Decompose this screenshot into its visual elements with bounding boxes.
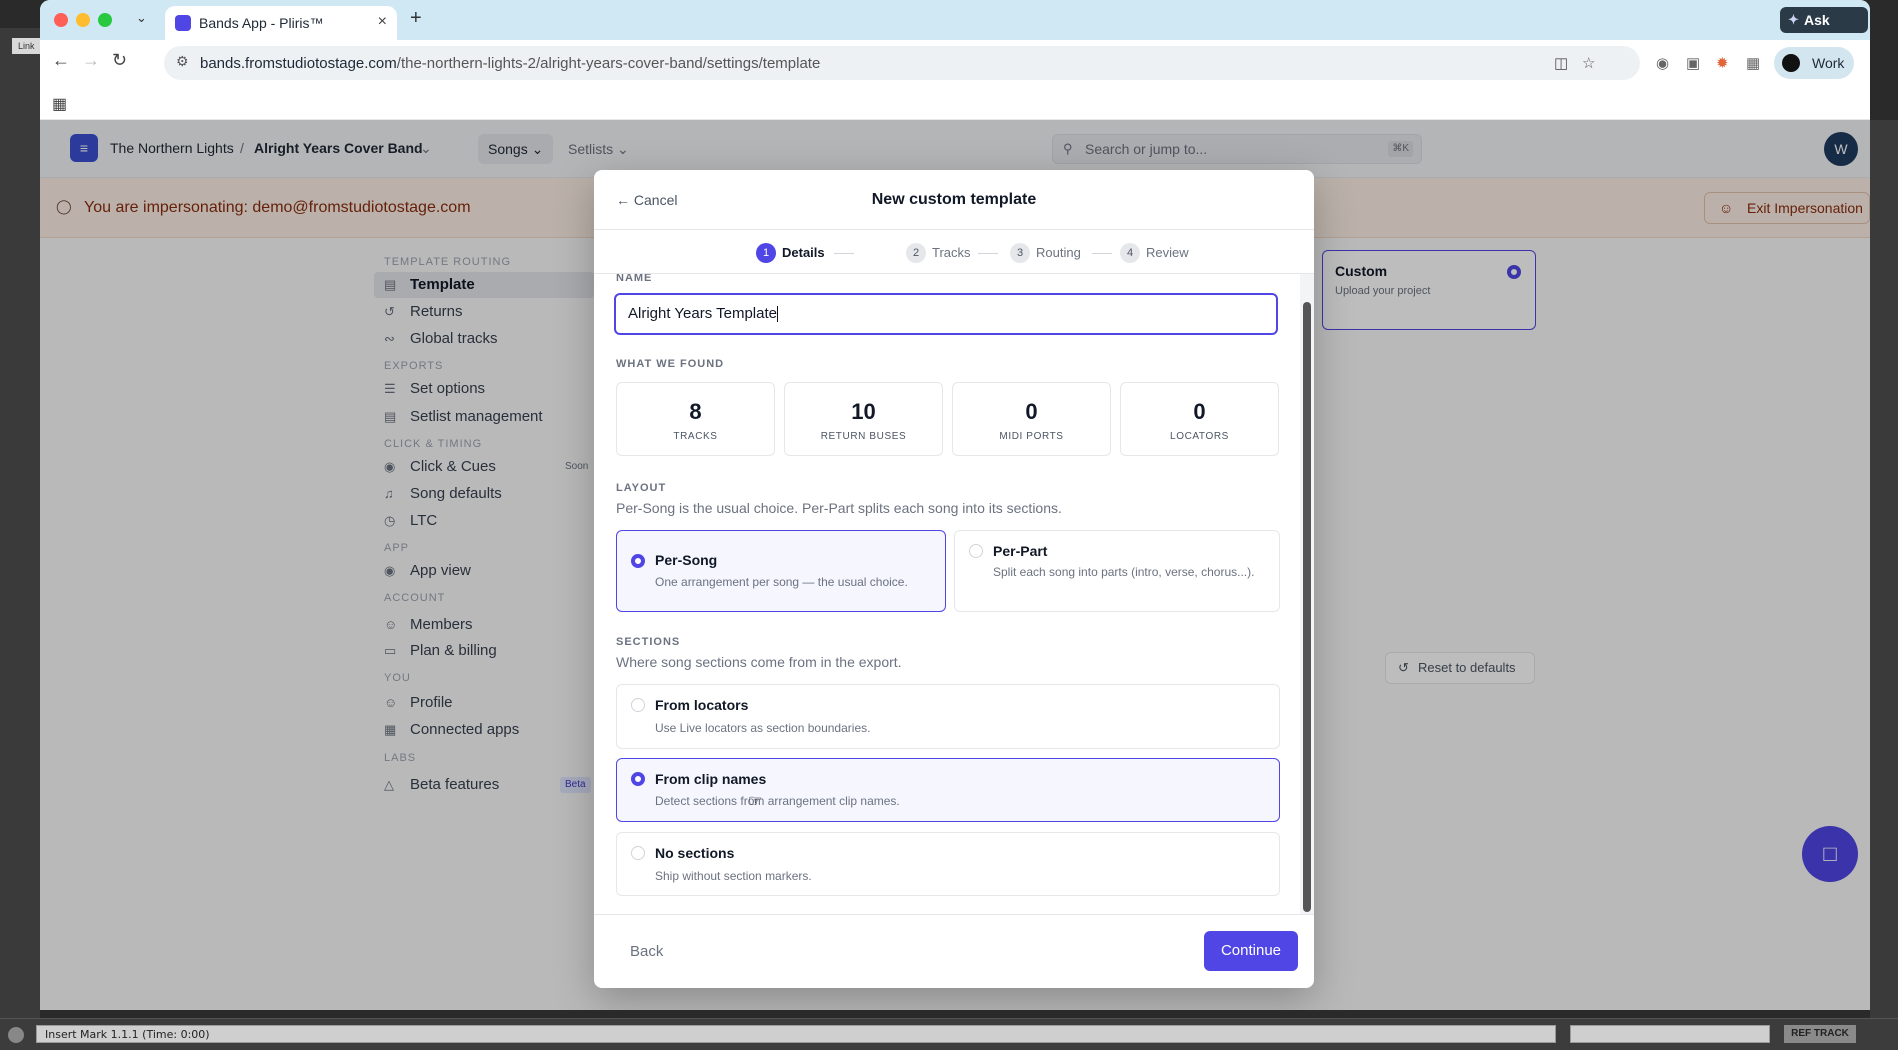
daw-right-panel: [1870, 120, 1898, 1018]
daw-status-bar: Insert Mark 1.1.1 (Time: 0:00) REF TRACK: [0, 1018, 1898, 1050]
address-bar[interactable]: ⚙ bands.fromstudiotostage.com/the-northe…: [164, 46, 1640, 80]
back-arrow-icon[interactable]: ←: [52, 50, 70, 71]
claude-icon[interactable]: ✹: [1716, 54, 1729, 72]
apps-grid-icon[interactable]: ▦: [52, 94, 67, 114]
tab-search-icon[interactable]: ⌄: [136, 10, 147, 26]
daw-tab: Link: [12, 38, 42, 54]
section-option-locators[interactable]: From locators Use Live locators as secti…: [616, 684, 1280, 749]
tab-title: Bands App - Pliris™: [199, 15, 324, 31]
layout-option-per-part[interactable]: Per-Part Split each song into parts (int…: [954, 530, 1280, 612]
wizard-steps: 1 Details 2 Tracks 3 Routing 4 Review: [594, 230, 1314, 274]
section-option-none[interactable]: No sections Ship without section markers…: [616, 832, 1280, 896]
tab-bar: ⌄ Bands App - Pliris™ × + ✦ Ask Gemini: [40, 0, 1870, 54]
step-review[interactable]: 4 Review: [1120, 243, 1189, 263]
profile-label: Work: [1812, 55, 1845, 71]
no-sections-radio[interactable]: [631, 846, 645, 860]
scrollbar-thumb[interactable]: [1303, 302, 1311, 912]
step-divider: [1092, 253, 1112, 254]
browser-tab[interactable]: Bands App - Pliris™ ×: [165, 6, 397, 40]
maximize-window-button[interactable]: [98, 13, 112, 27]
modal-footer: Back Continue: [594, 914, 1314, 988]
forward-arrow-icon[interactable]: →: [82, 50, 100, 71]
back-button[interactable]: Back: [630, 943, 663, 960]
insert-mark-field: Insert Mark 1.1.1 (Time: 0:00): [36, 1025, 1556, 1043]
profile-button[interactable]: Work: [1774, 47, 1854, 79]
extensions-puzzle-icon[interactable]: ▦: [1746, 54, 1760, 72]
clip-names-radio[interactable]: [631, 772, 645, 786]
close-window-button[interactable]: [54, 13, 68, 27]
close-icon[interactable]: ×: [378, 13, 387, 31]
gemini-icon: ✦: [1788, 12, 1799, 27]
layout-option-per-song[interactable]: Per-Song One arrangement per song — the …: [616, 530, 946, 612]
modal-scrollbar[interactable]: [1300, 274, 1314, 914]
step-routing[interactable]: 3 Routing: [1010, 243, 1081, 263]
step-divider: [834, 253, 854, 254]
layout-label: Layout: [616, 482, 667, 494]
browser-toolbar: ← → ↻ ⚙ bands.fromstudiotostage.com/the-…: [40, 40, 1870, 86]
bookmarks-bar: ▦: [40, 86, 1870, 120]
extension-icon[interactable]: ◉: [1656, 54, 1669, 72]
reload-icon[interactable]: ↻: [112, 50, 127, 71]
app-page: ≡ The Northern Lights / Alright Years Co…: [40, 120, 1870, 1010]
per-part-radio[interactable]: [969, 544, 983, 558]
ref-track-button[interactable]: REF TRACK: [1784, 1025, 1856, 1043]
play-icon[interactable]: [8, 1027, 24, 1043]
site-info-icon[interactable]: ⚙: [176, 53, 189, 70]
stat-return-buses: 10 RETURN BUSES: [784, 382, 943, 456]
name-label: Name: [616, 274, 653, 284]
section-option-clip-names[interactable]: From clip names Detect sections from arr…: [616, 758, 1280, 822]
per-song-radio[interactable]: [631, 554, 645, 568]
daw-status-field: [1570, 1025, 1770, 1043]
more-menu-icon[interactable]: ⋮: [1866, 52, 1870, 72]
ask-gemini-button[interactable]: ✦ Ask Gemini: [1780, 7, 1868, 54]
new-tab-icon[interactable]: +: [410, 7, 422, 30]
found-label: What we found: [616, 358, 725, 370]
profile-avatar: [1782, 54, 1800, 72]
stat-midi-ports: 0 MIDI PORTS: [952, 382, 1111, 456]
stat-locators: 0 LOCATORS: [1120, 382, 1279, 456]
modal-body: Name Alright Years Template What we foun…: [594, 274, 1314, 914]
step-tracks[interactable]: 2 Tracks: [906, 243, 971, 263]
reader-mode-icon[interactable]: ◫: [1554, 54, 1568, 72]
stat-tracks: 8 TRACKS: [616, 382, 775, 456]
camera-icon[interactable]: ▣: [1686, 54, 1700, 72]
favicon-icon: [175, 15, 191, 31]
sections-label: Sections: [616, 636, 681, 648]
url-text: bands.fromstudiotostage.com/the-northern…: [200, 55, 821, 72]
modal-title: New custom template: [871, 191, 1037, 208]
step-divider: [978, 253, 998, 254]
browser-window: ⌄ Bands App - Pliris™ × + ✦ Ask Gemini ←…: [40, 0, 1870, 1010]
sections-help: Where song sections come from in the exp…: [616, 654, 902, 670]
template-name-input[interactable]: Alright Years Template: [614, 293, 1278, 335]
daw-left-panel: Link: [0, 28, 42, 1018]
minimize-window-button[interactable]: [76, 13, 90, 27]
mouse-cursor-icon: ☞: [748, 793, 763, 810]
new-template-modal: ← Cancel New custom template 1 Details 2T…: [594, 170, 1314, 988]
locators-radio[interactable]: [631, 698, 645, 712]
modal-header: ← Cancel New custom template: [594, 170, 1314, 230]
continue-button[interactable]: Continue: [1204, 931, 1298, 971]
layout-help: Per-Song is the usual choice. Per-Part s…: [616, 500, 1062, 516]
step-details[interactable]: 1 Details: [756, 243, 825, 263]
bookmark-star-icon[interactable]: ☆: [1582, 54, 1595, 72]
